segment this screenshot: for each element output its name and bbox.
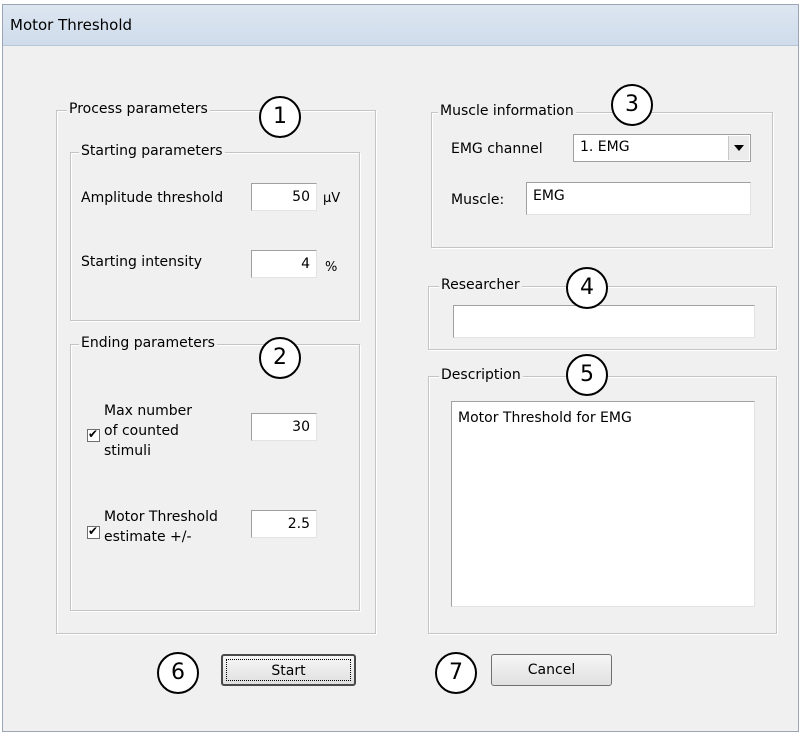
starting-parameters-group: Starting parameters Amplitude threshold … (70, 143, 360, 321)
max-stimuli-line: of counted (104, 423, 179, 439)
annotation-badge-4: 4 (566, 267, 608, 309)
researcher-label: Researcher (439, 277, 522, 293)
starting-parameters-label: Starting parameters (79, 143, 225, 159)
max-stimuli-checkbox[interactable]: ✔ (87, 427, 100, 442)
starting-intensity-label: Starting intensity (81, 254, 202, 270)
cancel-button[interactable]: Cancel (491, 654, 612, 686)
emg-channel-select[interactable]: 1. EMG (573, 134, 751, 162)
motor-threshold-window: Motor Threshold Process parameters Start… (2, 4, 799, 732)
emg-channel-value: 1. EMG (580, 139, 630, 155)
window-title: Motor Threshold (10, 16, 133, 34)
mt-estimate-line: estimate +/- (104, 529, 192, 545)
checkmark-icon: ✔ (88, 524, 99, 538)
annotation-badge-3: 3 (611, 84, 653, 126)
annotation-badge-6: 6 (157, 652, 199, 694)
researcher-input[interactable] (453, 305, 755, 338)
process-parameters-group: Process parameters Starting parameters A… (56, 101, 376, 634)
mt-estimate-line: Motor Threshold (104, 509, 218, 525)
dropdown-button[interactable] (728, 136, 749, 160)
amplitude-threshold-label: Amplitude threshold (81, 190, 224, 206)
mt-estimate-label: Motor Threshold estimate +/- (104, 507, 218, 547)
title-bar[interactable]: Motor Threshold (3, 5, 798, 46)
muscle-information-group: Muscle information EMG channel 1. EMG Mu… (431, 103, 773, 248)
start-button[interactable]: Start (221, 654, 356, 686)
dialog-client-area: Process parameters Starting parameters A… (3, 46, 798, 731)
process-parameters-label: Process parameters (67, 101, 210, 117)
mt-estimate-checkbox[interactable]: ✔ (87, 524, 100, 539)
muscle-information-label: Muscle information (438, 103, 576, 119)
amplitude-unit: µV (323, 191, 341, 206)
mt-estimate-input[interactable]: 2.5 (251, 510, 317, 538)
muscle-input[interactable]: EMG (526, 182, 751, 215)
chevron-down-icon (734, 145, 744, 151)
description-textarea[interactable]: Motor Threshold for EMG (451, 401, 755, 607)
max-stimuli-label: Max number of counted stimuli (104, 401, 192, 461)
starting-intensity-unit: % (325, 260, 338, 275)
start-button-label: Start (271, 663, 306, 679)
ending-parameters-group: Ending parameters ✔ Max number of counte… (70, 335, 360, 611)
starting-intensity-input[interactable]: 4 (251, 250, 317, 278)
annotation-badge-7: 7 (435, 652, 477, 694)
annotation-badge-5: 5 (566, 354, 608, 396)
max-stimuli-line: stimuli (104, 443, 151, 459)
description-label: Description (439, 367, 523, 383)
annotation-badge-2: 2 (259, 337, 301, 379)
muscle-label: Muscle: (451, 192, 505, 208)
checkmark-icon: ✔ (88, 427, 99, 441)
amplitude-threshold-input[interactable]: 50 (251, 183, 317, 211)
ending-parameters-label: Ending parameters (79, 335, 217, 351)
description-group: Description Motor Threshold for EMG (428, 367, 777, 634)
emg-channel-label: EMG channel (451, 141, 543, 157)
max-stimuli-input[interactable]: 30 (251, 413, 317, 441)
cancel-button-label: Cancel (527, 662, 576, 678)
max-stimuli-line: Max number (104, 403, 193, 419)
annotation-badge-1: 1 (259, 96, 301, 138)
